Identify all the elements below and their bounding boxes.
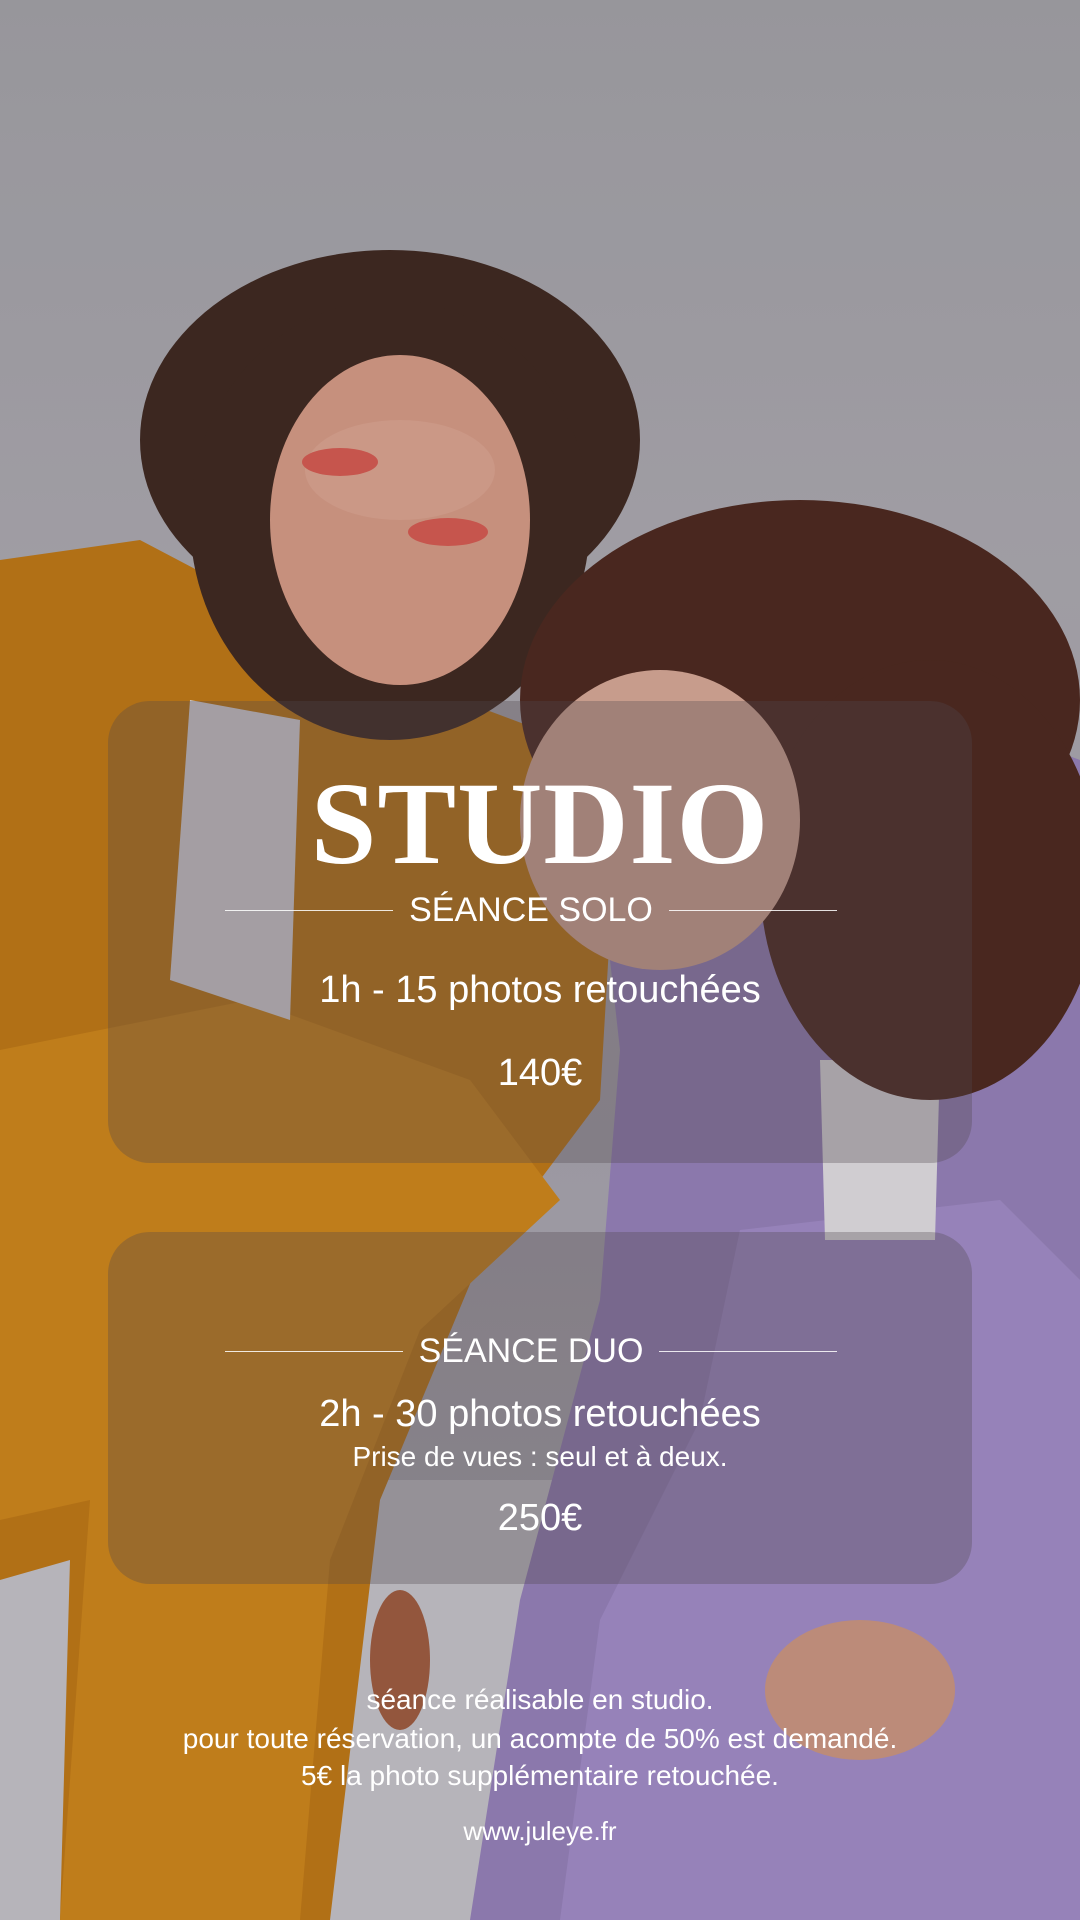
solo-heading: SÉANCE SOLO — [409, 891, 653, 929]
page-title: STUDIO — [310, 758, 770, 889]
duo-price: 250€ — [497, 1497, 583, 1539]
divider-line — [225, 1350, 403, 1352]
duo-heading: SÉANCE DUO — [418, 1332, 644, 1370]
divider-line — [225, 909, 394, 911]
divider-line — [659, 1350, 838, 1352]
footer-studio-note: séance réalisable en studio. — [366, 1684, 714, 1715]
duo-heading-row: SÉANCE DUO — [225, 1332, 838, 1370]
duo-details: 2h - 30 photos retouchées — [319, 1393, 761, 1435]
footer-extra-photo-note: 5€ la photo supplémentaire retouchée. — [301, 1760, 779, 1791]
duo-note: Prise de vues : seul et à deux. — [352, 1441, 728, 1472]
solo-heading-row: SÉANCE SOLO — [225, 893, 837, 927]
footer-deposit-note: pour toute réservation, un acompte de 50… — [182, 1723, 898, 1754]
divider-line — [668, 909, 837, 911]
solo-price: 140€ — [497, 1052, 583, 1094]
solo-details: 1h - 15 photos retouchées — [319, 969, 761, 1011]
website-link[interactable]: www.juleye.fr — [0, 1816, 1080, 1847]
